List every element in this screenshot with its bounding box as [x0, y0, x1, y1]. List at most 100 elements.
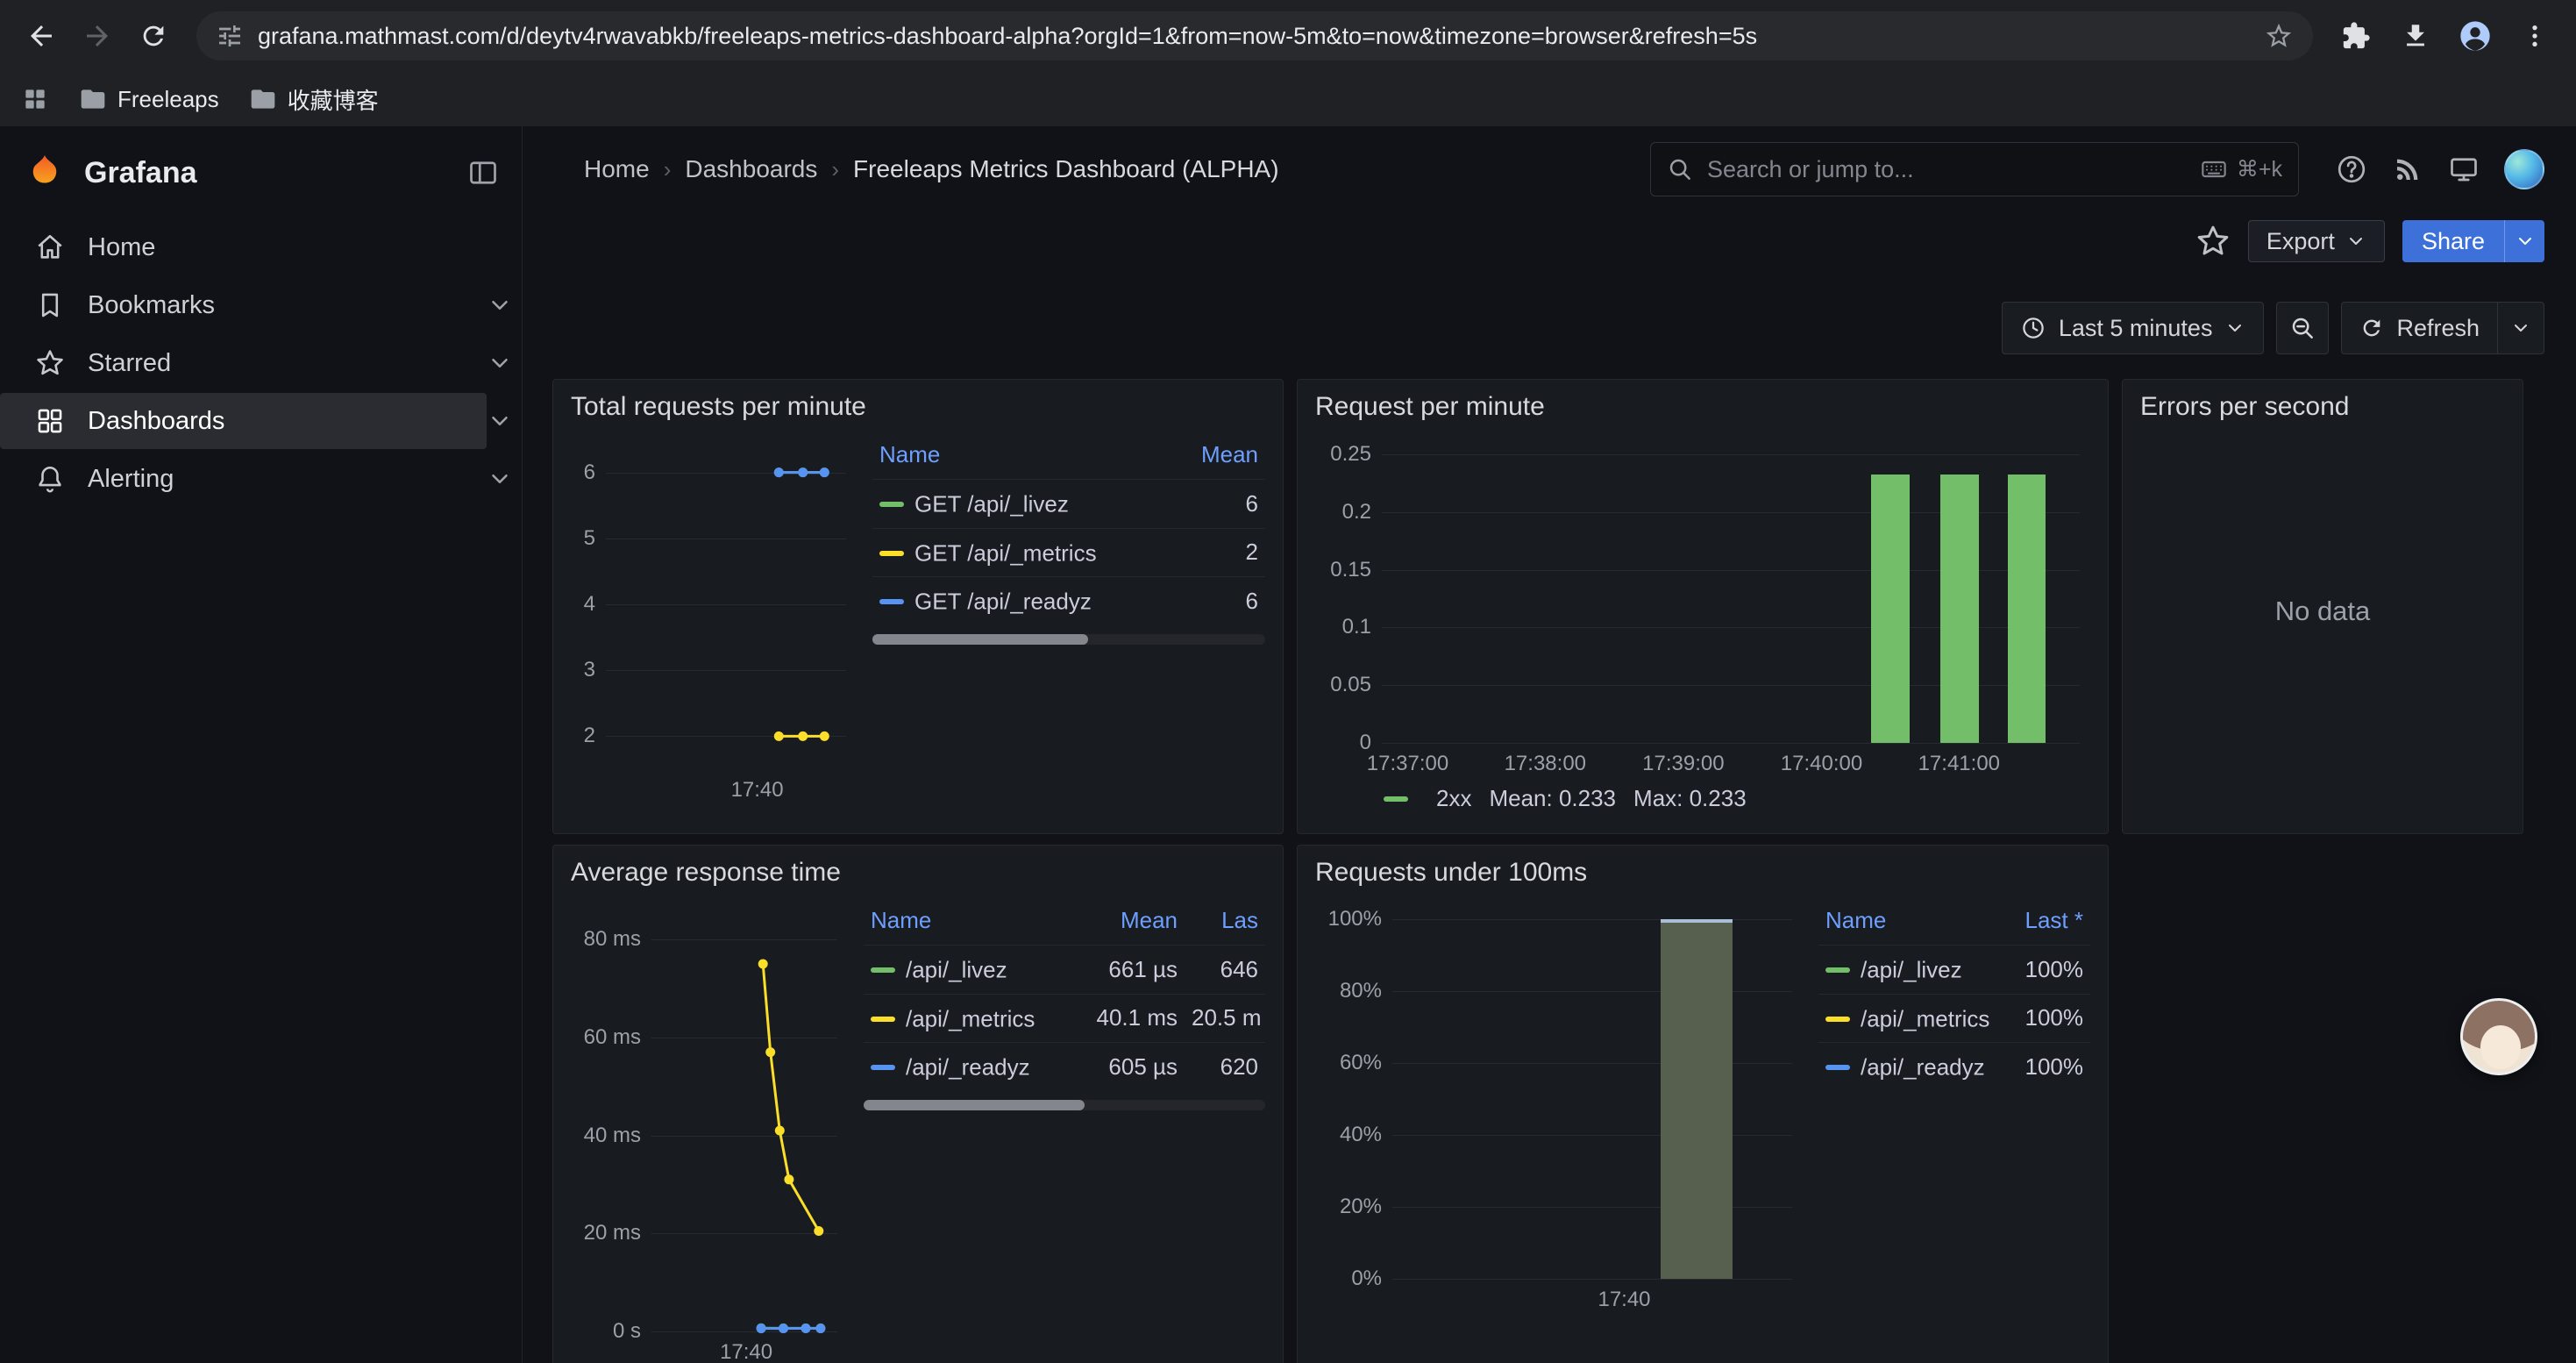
legend-row[interactable]: GET /api/_metrics2	[872, 528, 1265, 577]
time-range-picker[interactable]: Last 5 minutes	[2002, 302, 2265, 354]
breadcrumb-home[interactable]: Home	[584, 155, 650, 183]
legend-column-header[interactable]: Mean	[1169, 431, 1265, 480]
breadcrumb-separator: ›	[831, 156, 839, 183]
series-name[interactable]: /api/_metrics	[906, 1005, 1035, 1031]
monitor-icon[interactable]	[2448, 153, 2480, 185]
search-input[interactable]	[1705, 155, 2188, 184]
tune-icon[interactable]	[216, 22, 244, 50]
legend-column-header[interactable]: Las	[1185, 896, 1265, 946]
bookmark-folder-blogs[interactable]: 收藏博客	[249, 83, 379, 116]
chart-series	[1312, 895, 1803, 1316]
series-name[interactable]: 2xx	[1436, 785, 1471, 812]
breadcrumb-dashboards[interactable]: Dashboards	[685, 155, 817, 183]
chevron-down-icon[interactable]	[487, 466, 513, 492]
forward-icon[interactable]	[72, 11, 123, 61]
rss-icon[interactable]	[2392, 153, 2423, 185]
panel-title[interactable]: Requests under 100ms	[1298, 846, 2108, 893]
zoom-out-icon[interactable]	[2276, 302, 2329, 354]
chevron-down-icon[interactable]	[487, 292, 513, 318]
legend-row[interactable]: GET /api/_readyz 6	[872, 577, 1265, 625]
series-swatch	[871, 1065, 895, 1070]
search-box[interactable]: ⌘+k	[1650, 142, 2299, 196]
sidebar-item-bookmarks[interactable]: Bookmarks	[0, 277, 522, 333]
panel-title[interactable]: Average response time	[553, 846, 1283, 893]
bookmark-star-icon[interactable]	[2264, 21, 2294, 51]
help-icon[interactable]	[2336, 153, 2367, 185]
legend-column-header[interactable]: Name	[864, 896, 1053, 946]
panel-title[interactable]: Total requests per minute	[553, 380, 1283, 427]
favorite-star-icon[interactable]	[2195, 224, 2231, 259]
sidebar-item-alerting[interactable]: Alerting	[0, 451, 522, 507]
assistant-avatar[interactable]	[2460, 998, 2537, 1075]
share-button[interactable]: Share	[2402, 220, 2544, 262]
legend-column-header[interactable]: Name	[872, 431, 1169, 480]
share-dropdown-icon[interactable]	[2504, 220, 2544, 262]
main-area: Home › Dashboards › Freeleaps Metrics Da…	[523, 126, 2576, 1363]
series-name[interactable]: GET /api/_livez	[914, 491, 1069, 517]
panel-total-requests-per-minute: Total requests per minute 6543217:40 Nam…	[552, 379, 1284, 834]
bar-chart[interactable]: 0.250.20.150.10.05017:37:0017:38:0017:39…	[1312, 429, 2090, 780]
keyboard-icon	[2200, 155, 2228, 183]
folder-icon	[79, 85, 107, 113]
no-data-message: No data	[2123, 427, 2523, 796]
download-icon[interactable]	[2390, 11, 2441, 61]
legend-row[interactable]: /api/_livez661 µs646	[864, 946, 1265, 995]
back-icon[interactable]	[16, 11, 67, 61]
series-name[interactable]: /api/_readyz	[1861, 1054, 1985, 1081]
series-name[interactable]: /api/_livez	[906, 957, 1007, 983]
legend-scrollbar[interactable]	[872, 634, 1265, 645]
legend-value: 6	[1169, 577, 1265, 625]
reload-icon[interactable]	[128, 11, 179, 61]
legend-row[interactable]: /api/_readyz100%	[1818, 1043, 2090, 1091]
legend-row[interactable]: /api/_readyz605 µs620	[864, 1043, 1265, 1091]
chevron-down-icon[interactable]	[487, 408, 513, 434]
kebab-menu-icon[interactable]	[2509, 11, 2560, 61]
url-text[interactable]: grafana.mathmast.com/d/deytv4rwavabkb/fr…	[258, 23, 2250, 50]
url-bar[interactable]: grafana.mathmast.com/d/deytv4rwavabkb/fr…	[196, 11, 2313, 61]
legend-mean: Mean: 0.233	[1489, 785, 1616, 812]
panel-title[interactable]: Request per minute	[1298, 380, 2108, 427]
legend-scrollbar[interactable]	[864, 1100, 1265, 1110]
legend-row[interactable]: /api/_metrics100%	[1818, 994, 2090, 1043]
extensions-icon[interactable]	[2330, 11, 2381, 61]
collapse-sidebar-icon[interactable]	[467, 157, 499, 189]
legend-scrollbar-thumb[interactable]	[872, 634, 1088, 645]
timeseries-chart[interactable]: 80 ms60 ms40 ms20 ms0 s17:40	[567, 895, 848, 1363]
export-button[interactable]: Export	[2248, 220, 2385, 262]
refresh-button[interactable]: Refresh	[2341, 302, 2544, 354]
legend-scrollbar-thumb[interactable]	[864, 1100, 1085, 1110]
sidebar-item-starred[interactable]: Starred	[0, 335, 522, 391]
legend-row[interactable]: /api/_livez100%	[1818, 946, 2090, 995]
chevron-down-icon[interactable]	[487, 350, 513, 376]
legend-value: 620	[1185, 1043, 1265, 1091]
legend-value: 646	[1185, 946, 1265, 995]
panel-title[interactable]: Errors per second	[2123, 380, 2523, 427]
bar-chart[interactable]: 100%80%60%40%20%0%17:40	[1312, 895, 1803, 1316]
sidebar-item-home[interactable]: Home	[0, 219, 522, 275]
legend-row[interactable]: /api/_metrics40.1 ms20.5 m	[864, 994, 1265, 1043]
breadcrumb: Home › Dashboards › Freeleaps Metrics Da…	[584, 155, 1650, 183]
apps-grid-icon[interactable]	[21, 85, 49, 113]
profile-icon[interactable]	[2450, 11, 2501, 61]
bookmark-folder-freeleaps[interactable]: Freeleaps	[79, 85, 219, 113]
legend-column-header[interactable]: Last *	[1994, 896, 2090, 946]
grafana-logo[interactable]	[25, 153, 65, 193]
series-name[interactable]: /api/_readyz	[906, 1054, 1030, 1081]
series-swatch[interactable]	[1384, 796, 1408, 802]
legend-table: NameLast */api/_livez100%/api/_metrics10…	[1818, 896, 2090, 1091]
user-avatar[interactable]	[2504, 149, 2544, 189]
series-name[interactable]: /api/_metrics	[1861, 1005, 1989, 1031]
legend-row[interactable]: GET /api/_livez6	[872, 480, 1265, 529]
series-name[interactable]: /api/_livez	[1861, 957, 1962, 983]
legend-column-header[interactable]: Name	[1818, 896, 1994, 946]
bookmarks-bar: Freeleaps 收藏博客	[0, 72, 2576, 126]
series-name[interactable]: GET /api/_metrics	[914, 539, 1097, 566]
legend-column-header[interactable]: Mean	[1053, 896, 1185, 946]
panel-errors-per-second: Errors per second No data	[2122, 379, 2523, 834]
page-header: Home › Dashboards › Freeleaps Metrics Da…	[523, 126, 2576, 212]
timeseries-chart[interactable]: 6543217:40	[567, 429, 857, 806]
refresh-interval-dropdown[interactable]	[2497, 303, 2544, 353]
sidebar-item-dashboards[interactable]: Dashboards	[0, 393, 522, 449]
panel-average-response-time: Average response time 80 ms60 ms40 ms20 …	[552, 845, 1284, 1363]
series-name[interactable]: GET /api/_readyz	[914, 589, 1092, 615]
